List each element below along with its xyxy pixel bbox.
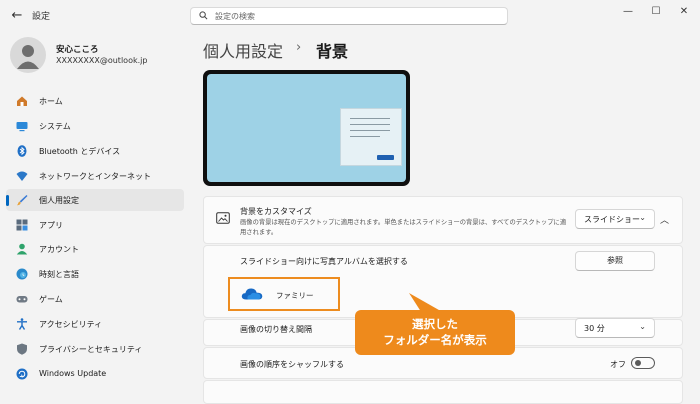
- chevron-down-icon: ⌄: [639, 322, 646, 331]
- sidebar-item-home[interactable]: ホーム: [6, 90, 184, 112]
- sidebar-item-windows-update[interactable]: Windows Update: [6, 363, 184, 385]
- picture-icon: [216, 212, 230, 224]
- selection-indicator: [6, 195, 9, 206]
- system-icon: [16, 122, 28, 132]
- bluetooth-icon: [17, 145, 27, 157]
- background-type-description: 画像の背景は現在のデスクトップに適用されます。単色またはスライドショーの背景は、…: [240, 219, 567, 236]
- sidebar-item-label: アプリ: [39, 221, 63, 230]
- sidebar-item-label: 時刻と言語: [39, 270, 79, 279]
- shuffle-state-label: オフ: [610, 360, 626, 369]
- chevron-up-icon[interactable]: ︿: [660, 213, 669, 226]
- accessibility-icon: [17, 318, 27, 330]
- user-silhouette-icon: [17, 45, 39, 69]
- search-icon: [199, 11, 208, 20]
- sidebar-item-apps[interactable]: アプリ: [6, 214, 184, 236]
- breadcrumb-parent[interactable]: 個人用設定: [203, 38, 283, 62]
- chevron-down-icon: ⌄: [639, 213, 646, 222]
- minimize-button[interactable]: —: [616, 4, 640, 20]
- sidebar-item-label: アクセシビリティ: [39, 320, 103, 329]
- sidebar-item-time-language[interactable]: 時刻と言語: [6, 263, 184, 285]
- shuffle-label: 画像の順序をシャッフルする: [240, 360, 344, 369]
- back-arrow-icon[interactable]: ←: [6, 6, 28, 26]
- toggle-knob: [635, 360, 641, 366]
- background-type-title: 背景をカスタマイズ: [240, 207, 312, 216]
- accounts-icon: [16, 243, 28, 255]
- sidebar-item-accounts[interactable]: アカウント: [6, 238, 184, 260]
- user-name: 安心こころ: [56, 45, 99, 55]
- sidebar-item-label: 個人用設定: [39, 196, 79, 205]
- browse-button[interactable]: 参照: [575, 251, 655, 271]
- sidebar-item-label: ホーム: [39, 97, 63, 106]
- dropdown-value: スライドショー: [584, 215, 640, 224]
- shuffle-toggle[interactable]: [631, 357, 655, 369]
- apps-icon: [16, 219, 28, 231]
- shield-icon: [17, 343, 27, 355]
- sidebar-item-label: アカウント: [39, 245, 79, 254]
- personalization-icon: [17, 195, 28, 206]
- avatar[interactable]: [10, 37, 46, 73]
- maximize-button[interactable]: ☐: [644, 4, 668, 20]
- sidebar-item-label: Bluetooth とデバイス: [39, 147, 121, 156]
- gaming-icon: [16, 296, 28, 303]
- onedrive-cloud-icon: [241, 288, 263, 300]
- callout-line-1: 選択した: [412, 317, 458, 331]
- callout-annotation: 選択した フォルダー名が表示: [355, 310, 515, 355]
- network-icon: [16, 171, 28, 181]
- sidebar-item-label: システム: [39, 122, 71, 131]
- sidebar-item-label: プライバシーとセキュリティ: [39, 345, 143, 354]
- search-placeholder: 設定の検索: [215, 12, 255, 21]
- background-type-dropdown[interactable]: スライドショー ⌄: [575, 209, 655, 229]
- time-language-icon: [16, 268, 28, 280]
- sidebar-item-label: ゲーム: [39, 295, 63, 304]
- album-select-label: スライドショー向けに写真アルバムを選択する: [240, 257, 408, 266]
- sidebar-item-network[interactable]: ネットワークとインターネット: [6, 165, 184, 187]
- next-setting-card: [203, 380, 683, 404]
- sidebar-item-privacy[interactable]: プライバシーとセキュリティ: [6, 338, 184, 360]
- close-button[interactable]: ✕: [672, 4, 696, 20]
- sidebar-item-bluetooth[interactable]: Bluetooth とデバイス: [6, 140, 184, 162]
- home-icon: [17, 96, 27, 106]
- app-title: 設定: [32, 12, 51, 22]
- windows-update-icon: [16, 368, 28, 380]
- user-email: XXXXXXXX@outlook.jp: [56, 56, 148, 65]
- search-input[interactable]: 設定の検索: [190, 7, 508, 25]
- dropdown-value: 30 分: [584, 324, 605, 333]
- interval-dropdown[interactable]: 30 分 ⌄: [575, 318, 655, 338]
- callout-line-2: フォルダー名が表示: [383, 333, 487, 347]
- sidebar-item-accessibility[interactable]: アクセシビリティ: [6, 313, 184, 335]
- breadcrumb-separator: ›: [296, 40, 302, 55]
- sidebar-item-label: ネットワークとインターネット: [39, 172, 151, 181]
- sidebar-item-gaming[interactable]: ゲーム: [6, 288, 184, 310]
- page-title: 背景: [316, 42, 349, 61]
- sidebar-item-label: Windows Update: [39, 369, 107, 378]
- sidebar-item-system[interactable]: システム: [6, 115, 184, 137]
- preview-window-graphic: [340, 108, 402, 166]
- interval-label: 画像の切り替え間隔: [240, 325, 312, 334]
- folder-name: ファミリー: [276, 291, 314, 300]
- sidebar-item-personalization[interactable]: 個人用設定: [6, 189, 184, 211]
